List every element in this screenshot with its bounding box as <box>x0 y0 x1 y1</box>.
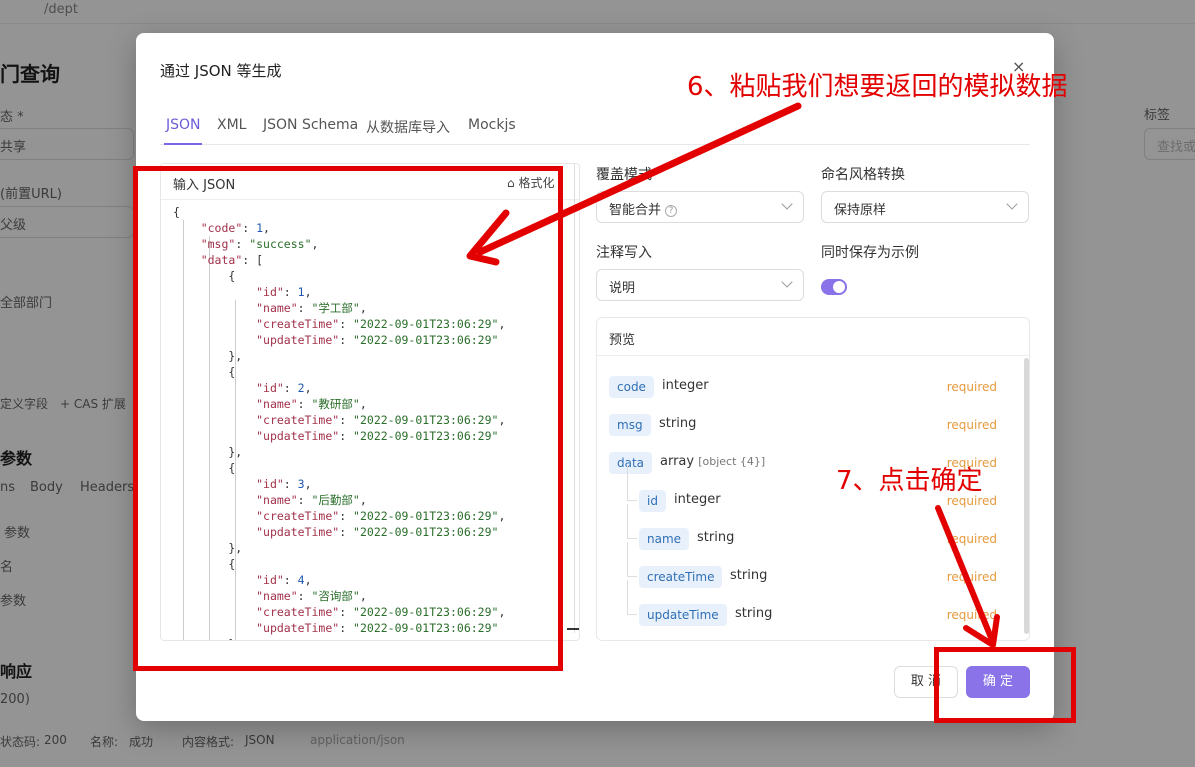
arrow-to-confirm <box>935 505 995 643</box>
annotation-arrows <box>466 102 1000 648</box>
arrow-to-editor-head <box>466 209 510 266</box>
arrow-to-editor <box>476 102 802 256</box>
